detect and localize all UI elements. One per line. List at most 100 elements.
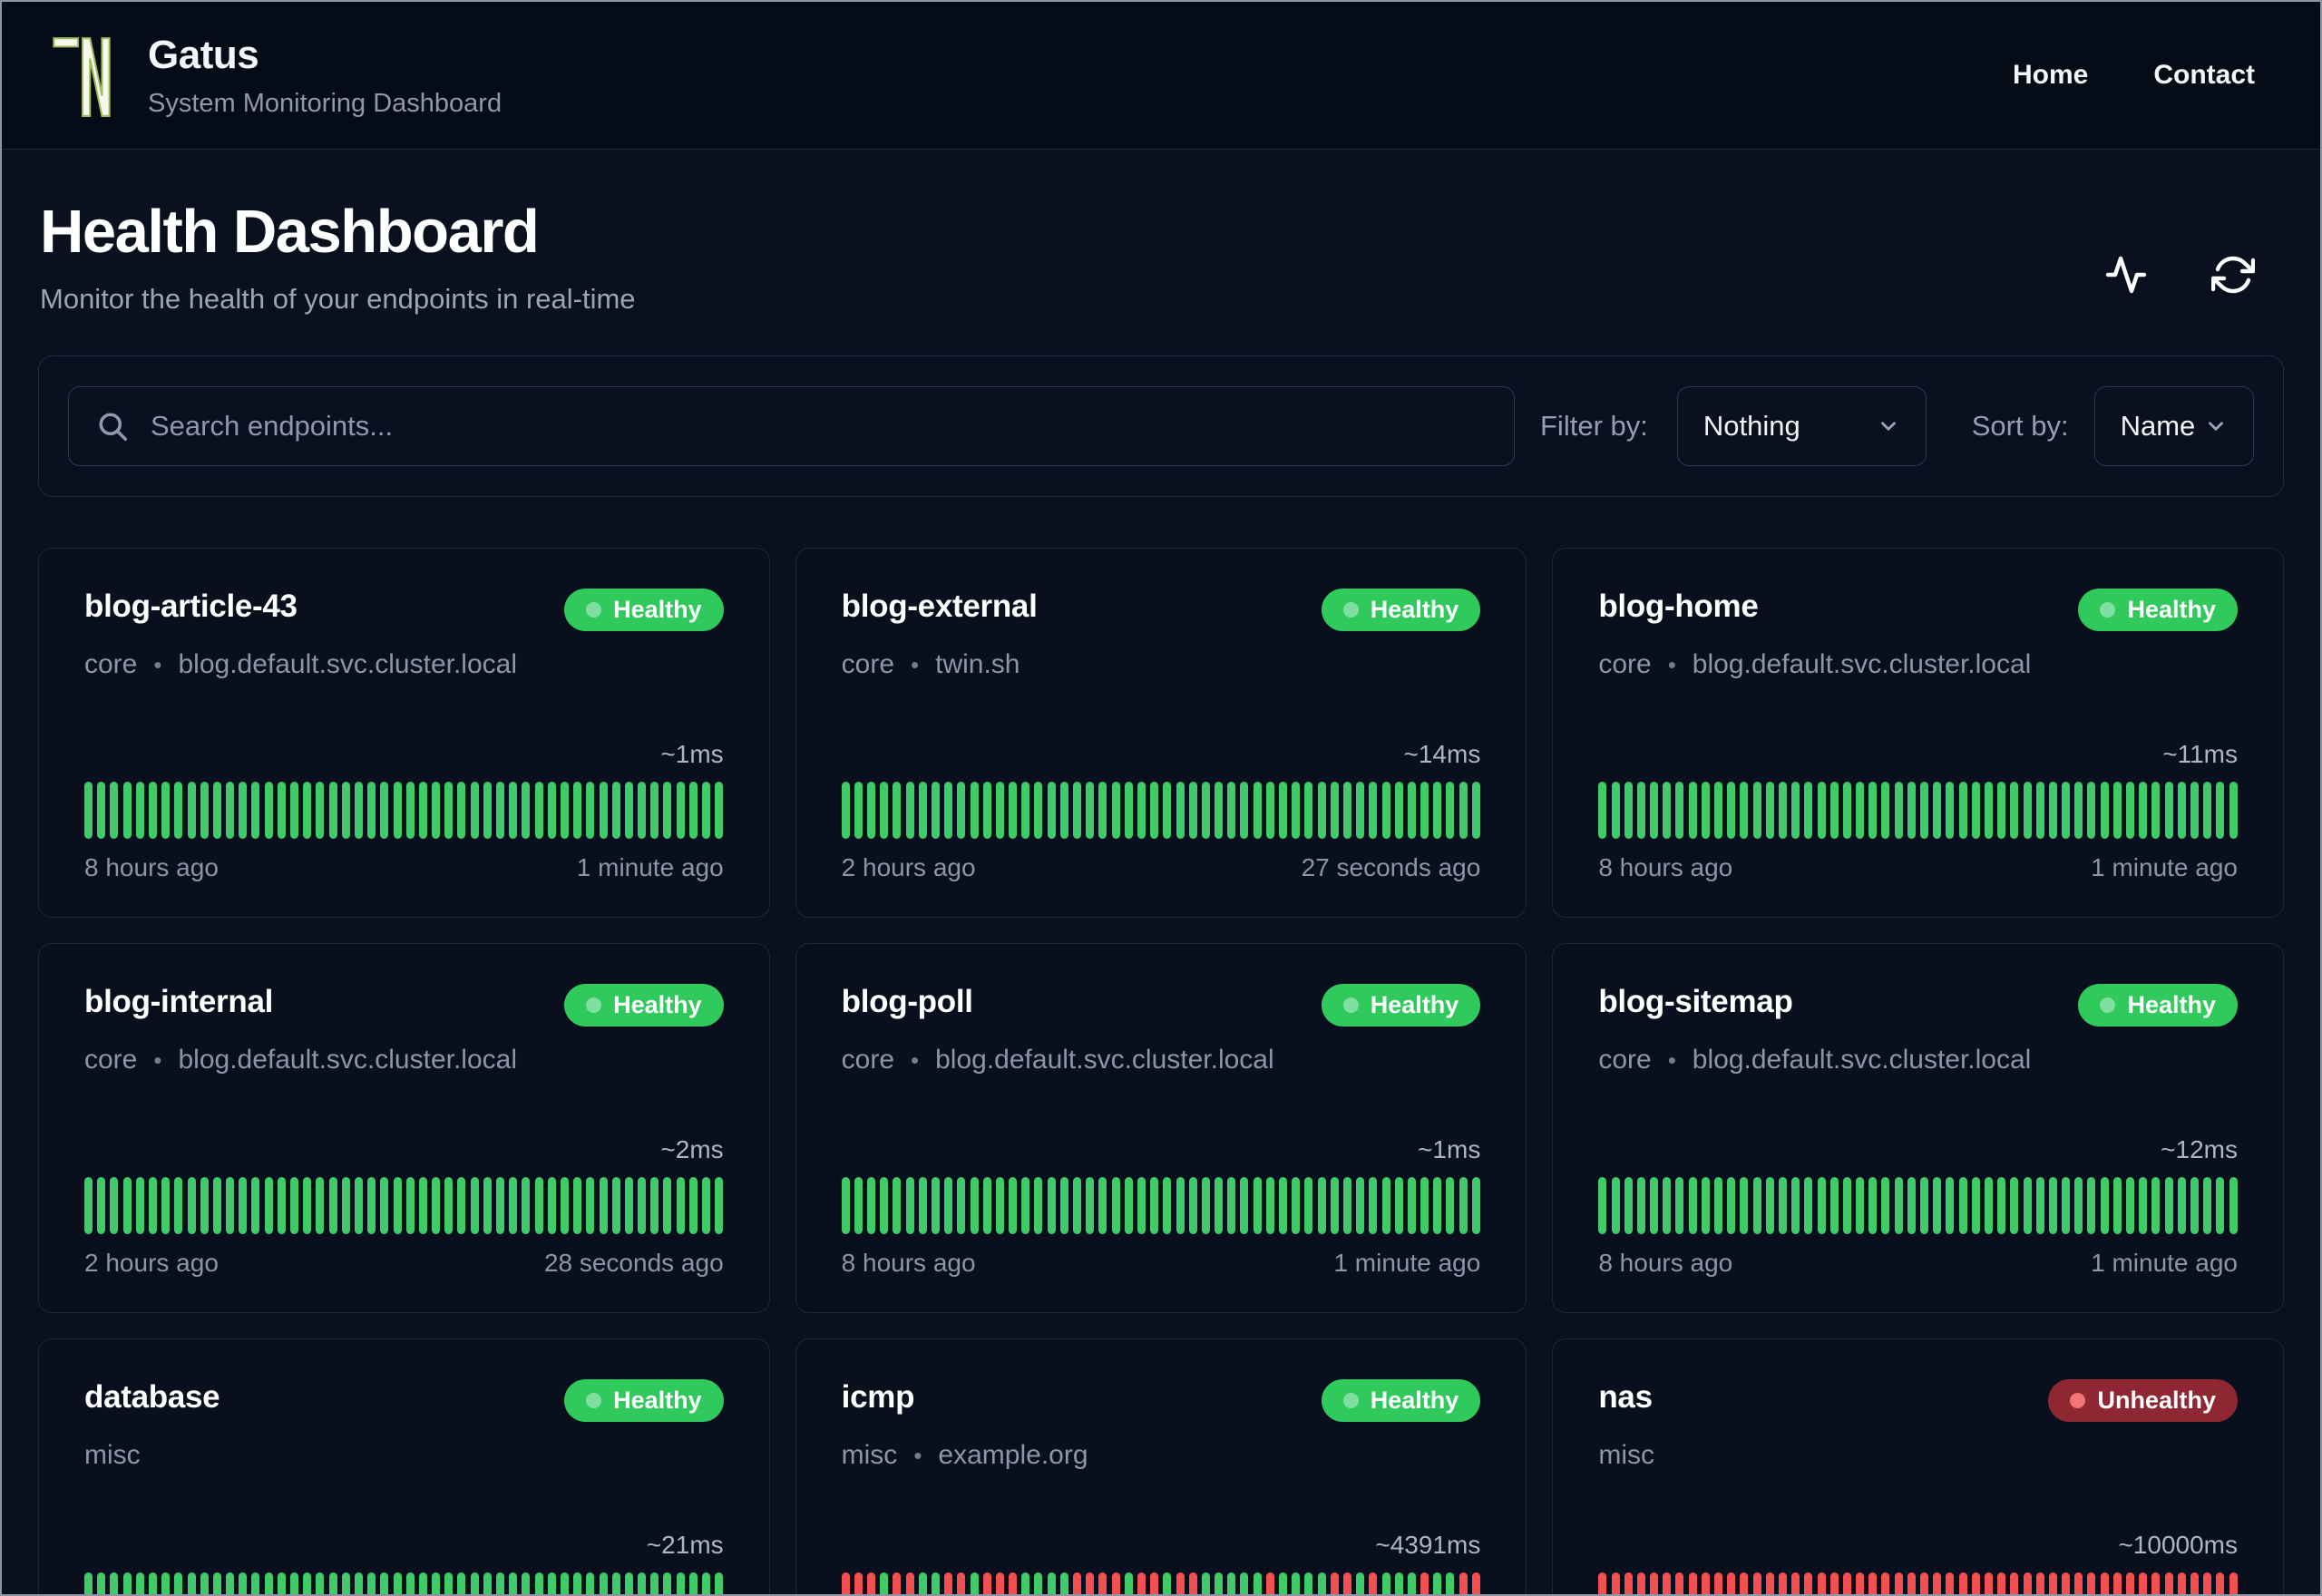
uptime-bar[interactable] [2139,782,2148,840]
uptime-bar[interactable] [663,1177,672,1235]
uptime-bar[interactable] [148,782,157,840]
uptime-bar[interactable] [1598,782,1607,840]
uptime-bar[interactable] [496,782,504,840]
uptime-bar[interactable] [200,1572,209,1594]
uptime-bar[interactable] [867,1177,876,1235]
uptime-bar[interactable] [970,1177,979,1235]
uptime-bar[interactable] [264,1572,273,1594]
uptime-bar[interactable] [995,782,1004,840]
uptime-bar[interactable] [1034,1572,1043,1594]
uptime-bar[interactable] [1714,1572,1723,1594]
uptime-bar[interactable] [148,1177,157,1235]
uptime-bar[interactable] [1856,1177,1865,1235]
uptime-bar[interactable] [1137,1572,1146,1594]
uptime-bar[interactable] [1265,782,1274,840]
uptime-bar[interactable] [1688,1572,1697,1594]
uptime-bar[interactable] [1446,782,1455,840]
uptime-bar[interactable] [573,782,582,840]
uptime-bar[interactable] [638,1177,647,1235]
uptime-bar[interactable] [367,782,376,840]
uptime-bar[interactable] [2164,1177,2173,1235]
uptime-bars[interactable] [1598,1572,2238,1594]
uptime-bar[interactable] [367,1572,376,1594]
uptime-bar[interactable] [638,1572,647,1594]
uptime-bar[interactable] [1407,1572,1416,1594]
uptime-bar[interactable] [1701,782,1710,840]
uptime-bar[interactable] [1394,1572,1403,1594]
uptime-bar[interactable] [1433,1572,1442,1594]
uptime-bar[interactable] [547,1177,556,1235]
uptime-bar[interactable] [1176,1572,1185,1594]
uptime-bar[interactable] [1227,1572,1236,1594]
uptime-bar[interactable] [1714,782,1723,840]
uptime-bar[interactable] [122,1572,132,1594]
uptime-bar[interactable] [560,1177,569,1235]
uptime-bar[interactable] [226,782,235,840]
uptime-bar[interactable] [880,1572,889,1594]
uptime-bar[interactable] [599,782,608,840]
uptime-bar[interactable] [1650,1572,1659,1594]
uptime-bar[interactable] [1073,1572,1082,1594]
uptime-bar[interactable] [2074,1177,2083,1235]
uptime-bar[interactable] [2151,1177,2161,1235]
uptime-bar[interactable] [1009,1177,1018,1235]
uptime-bar[interactable] [290,1177,298,1235]
uptime-bar[interactable] [1842,782,1851,840]
uptime-bar[interactable] [1984,1177,1993,1235]
uptime-bar[interactable] [1946,1572,1955,1594]
uptime-bar[interactable] [1829,1572,1839,1594]
uptime-bar[interactable] [1791,782,1800,840]
uptime-bar[interactable] [1958,1572,1967,1594]
sort-select[interactable]: Name [2093,386,2254,467]
uptime-bar[interactable] [624,1572,633,1594]
uptime-bar[interactable] [2164,782,2173,840]
uptime-bar[interactable] [393,1177,402,1235]
uptime-bar[interactable] [1253,782,1262,840]
uptime-bar[interactable] [1907,782,1916,840]
uptime-bar[interactable] [2062,782,2071,840]
uptime-bar[interactable] [2177,782,2186,840]
uptime-bar[interactable] [995,1177,1004,1235]
uptime-bar[interactable] [1997,1177,2006,1235]
uptime-bar[interactable] [200,1177,209,1235]
uptime-bar[interactable] [1215,782,1224,840]
uptime-bar[interactable] [905,782,914,840]
uptime-bar[interactable] [1791,1177,1800,1235]
uptime-bar[interactable] [1817,1177,1826,1235]
uptime-bar[interactable] [1933,1572,1942,1594]
uptime-bar[interactable] [1163,782,1172,840]
uptime-bar[interactable] [534,1177,543,1235]
uptime-bar[interactable] [1675,1177,1684,1235]
uptime-bar[interactable] [135,1572,144,1594]
uptime-bar[interactable] [2151,782,2161,840]
uptime-bar[interactable] [611,1572,620,1594]
uptime-bar[interactable] [2190,782,2199,840]
uptime-bar[interactable] [573,1177,582,1235]
uptime-bar[interactable] [1894,1177,1903,1235]
uptime-bar[interactable] [970,1572,979,1594]
uptime-bar[interactable] [328,782,337,840]
uptime-bar[interactable] [854,1177,863,1235]
uptime-bar[interactable] [1624,1572,1633,1594]
uptime-bar[interactable] [1342,1177,1351,1235]
uptime-bar[interactable] [638,782,647,840]
uptime-bar[interactable] [1059,1572,1068,1594]
uptime-bar[interactable] [457,1177,466,1235]
uptime-bar[interactable] [2048,1572,2057,1594]
uptime-bar[interactable] [1356,1177,1365,1235]
uptime-bar[interactable] [212,1572,221,1594]
uptime-bar[interactable] [957,1177,966,1235]
uptime-bar[interactable] [1420,1572,1429,1594]
uptime-bar[interactable] [251,1177,260,1235]
uptime-bar[interactable] [84,782,93,840]
uptime-bar[interactable] [1727,1572,1736,1594]
uptime-bar[interactable] [341,1572,350,1594]
uptime-bar[interactable] [702,782,710,840]
endpoint-card[interactable]: blog-poll Healthy core • blog.default.sv… [795,943,1527,1314]
uptime-bar[interactable] [1611,782,1620,840]
uptime-bar[interactable] [509,782,518,840]
uptime-bar[interactable] [560,1572,569,1594]
uptime-bar[interactable] [2229,782,2238,840]
uptime-bar[interactable] [1740,782,1749,840]
uptime-bar[interactable] [1881,1572,1890,1594]
